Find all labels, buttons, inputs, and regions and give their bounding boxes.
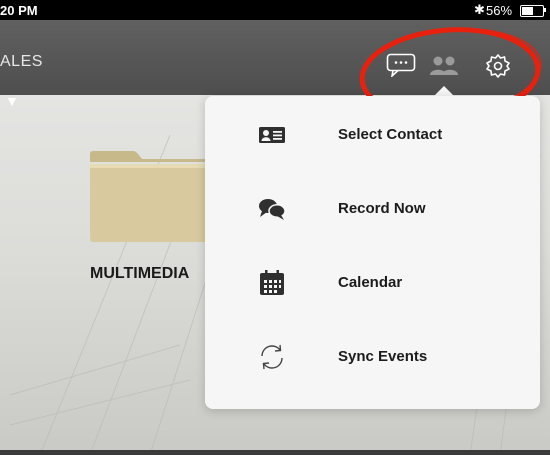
folder-icon[interactable] (88, 150, 223, 243)
calendar-icon (260, 270, 284, 295)
status-time: 20 PM (0, 3, 38, 18)
status-bar: 20 PM ✱ 56% (0, 0, 550, 20)
bottom-bar (0, 450, 550, 455)
dropdown-caret-icon[interactable]: ▼ (5, 93, 19, 109)
chat-bubble-icon[interactable] (386, 53, 416, 77)
contacts-icon[interactable] (428, 55, 462, 77)
battery-percentage: 56% (486, 3, 513, 18)
folder-label[interactable]: MULTIMEDIA (90, 265, 189, 283)
battery-icon (520, 5, 544, 17)
menu-item-label: Calendar (338, 274, 403, 291)
menu-item-label: Record Now (338, 200, 426, 217)
menu-item-select-contact[interactable]: Select Contact (205, 98, 540, 172)
menu-item-record-now[interactable]: Record Now (205, 172, 540, 246)
bluetooth-icon: ✱ (474, 2, 485, 17)
menu-item-label: Sync Events (338, 348, 428, 365)
contact-card-icon (259, 127, 285, 143)
menu-item-calendar[interactable]: Calendar (205, 246, 540, 320)
menu-item-label: Select Contact (338, 126, 443, 143)
gear-icon[interactable] (485, 53, 511, 79)
nav-title[interactable]: ALES (0, 53, 43, 71)
popover-menu: Select Contact Record Now Calendar Sync … (205, 96, 540, 409)
battery-fill (522, 7, 534, 15)
sync-icon (261, 344, 283, 370)
speech-bubbles-icon (259, 199, 286, 220)
nav-bar: ALES ▼ (0, 20, 550, 109)
menu-item-sync-events[interactable]: Sync Events (205, 320, 540, 394)
battery-tip (544, 8, 546, 12)
